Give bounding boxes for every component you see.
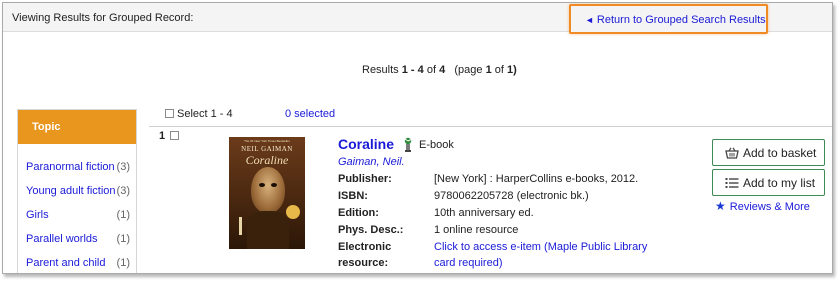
- author-link[interactable]: Gaiman, Neil.: [338, 156, 405, 168]
- page-total: 1): [507, 64, 517, 76]
- cover-eye-art: [271, 183, 277, 187]
- record-number: 1: [159, 130, 166, 142]
- facet-item-label[interactable]: Parallel worlds: [26, 233, 98, 245]
- facet-item-label[interactable]: Parent and child: [26, 257, 106, 269]
- select-all-control: Select 1 - 4: [165, 108, 233, 120]
- cover-candle-art: [239, 217, 242, 235]
- cover-sticker-art: [286, 205, 300, 219]
- facet-item-label[interactable]: Paranormal fiction: [26, 161, 115, 173]
- edition-value: 10th anniversary ed.: [434, 207, 534, 219]
- add-to-my-list-button[interactable]: Add to my list: [712, 169, 825, 196]
- facet-item-label[interactable]: Young adult fiction: [26, 185, 116, 197]
- results-of: of: [426, 64, 437, 76]
- cover-body-art: [247, 211, 289, 249]
- page-open: (page: [454, 64, 483, 76]
- return-link-highlight: ◄ Return to Grouped Search Results: [569, 4, 768, 34]
- page-current: 1: [485, 64, 492, 76]
- cover-author: NEIL GAIMAN: [241, 145, 293, 153]
- record-checkbox[interactable]: [170, 131, 180, 140]
- facet-item[interactable]: Young adult fiction (3): [26, 185, 130, 199]
- facet-heading: Topic: [18, 110, 136, 144]
- format-label: E-book: [419, 139, 454, 151]
- results-divider: [149, 126, 832, 127]
- star-icon: ★: [715, 199, 726, 213]
- facet-item-count: (1): [116, 257, 130, 269]
- isbn-value: 9780062205728 (electronic bk.): [434, 190, 589, 202]
- cover-face-art: [251, 167, 285, 213]
- page-of: of: [494, 64, 504, 76]
- viewing-label: Viewing Results for Grouped Record:: [12, 12, 194, 24]
- cover-title: Coraline: [245, 153, 289, 167]
- edition-label: Edition:: [338, 207, 379, 219]
- record-title-link[interactable]: Coraline: [338, 136, 394, 152]
- ebook-icon: [404, 137, 412, 152]
- electronic-resource-label-line1: Electronic: [338, 241, 392, 253]
- electronic-resource-label-line2: resource:: [338, 257, 389, 269]
- search-results-panel: Viewing Results for Grouped Record: ◄ Ret…: [2, 2, 833, 274]
- facet-item-label[interactable]: Girls: [26, 209, 49, 221]
- facet-item-count: (1): [116, 209, 130, 221]
- basket-icon: [725, 147, 739, 159]
- results-prefix: Results: [362, 64, 399, 76]
- reviews-and-more-link[interactable]: ★ Reviews & More: [715, 199, 810, 213]
- e-item-link-line2[interactable]: card required): [434, 257, 502, 269]
- select-all-label: Select 1 - 4: [177, 108, 233, 120]
- add-to-basket-button[interactable]: Add to basket: [712, 139, 825, 166]
- phys-desc-label: Phys. Desc.:: [338, 224, 404, 236]
- grouped-record-header: Viewing Results for Grouped Record: ◄ Ret…: [3, 3, 832, 34]
- facet-item[interactable]: Parallel worlds (1): [26, 233, 130, 247]
- results-total: 4: [439, 64, 446, 76]
- publisher-label: Publisher:: [338, 173, 392, 185]
- results-range: 1 - 4: [401, 64, 424, 76]
- add-to-basket-label: Add to basket: [743, 146, 817, 160]
- publisher-value: [New York] : HarperCollins e-books, 2012…: [434, 173, 639, 185]
- select-all-checkbox[interactable]: [165, 109, 174, 118]
- book-cover-image[interactable]: The #1 New York Times Bestseller NEIL GA…: [229, 137, 305, 249]
- selected-count-link[interactable]: 0 selected: [285, 108, 335, 120]
- left-triangle-icon: ◄: [585, 15, 594, 25]
- add-to-my-list-label: Add to my list: [743, 176, 816, 190]
- facet-item[interactable]: Parent and child (1): [26, 257, 130, 271]
- reviews-label: Reviews & More: [729, 201, 810, 213]
- cover-blurb: The #1 New York Times Bestseller: [244, 139, 290, 143]
- topic-facet: Topic Paranormal fiction (3) Young adult …: [17, 109, 137, 273]
- list-icon: [725, 178, 739, 188]
- record-row-number: 1: [159, 130, 182, 142]
- e-item-link-line1[interactable]: Click to access e-item (Maple Public Lib…: [434, 241, 647, 253]
- cover-eye-art: [259, 183, 265, 187]
- return-link-text: Return to Grouped Search Results: [596, 14, 766, 26]
- facet-item-count: (3): [116, 161, 130, 173]
- facet-item-count: (1): [116, 233, 130, 245]
- facet-item[interactable]: Paranormal fiction (3): [26, 161, 130, 175]
- facet-item[interactable]: Girls (1): [26, 209, 130, 223]
- return-to-grouped-results-link[interactable]: ◄ Return to Grouped Search Results: [585, 14, 766, 26]
- results-summary: Results 1 - 4 of 4 (page 1 of 1): [362, 64, 517, 76]
- facet-item-count: (3): [116, 185, 130, 197]
- isbn-label: ISBN:: [338, 190, 368, 202]
- phys-desc-value: 1 online resource: [434, 224, 519, 236]
